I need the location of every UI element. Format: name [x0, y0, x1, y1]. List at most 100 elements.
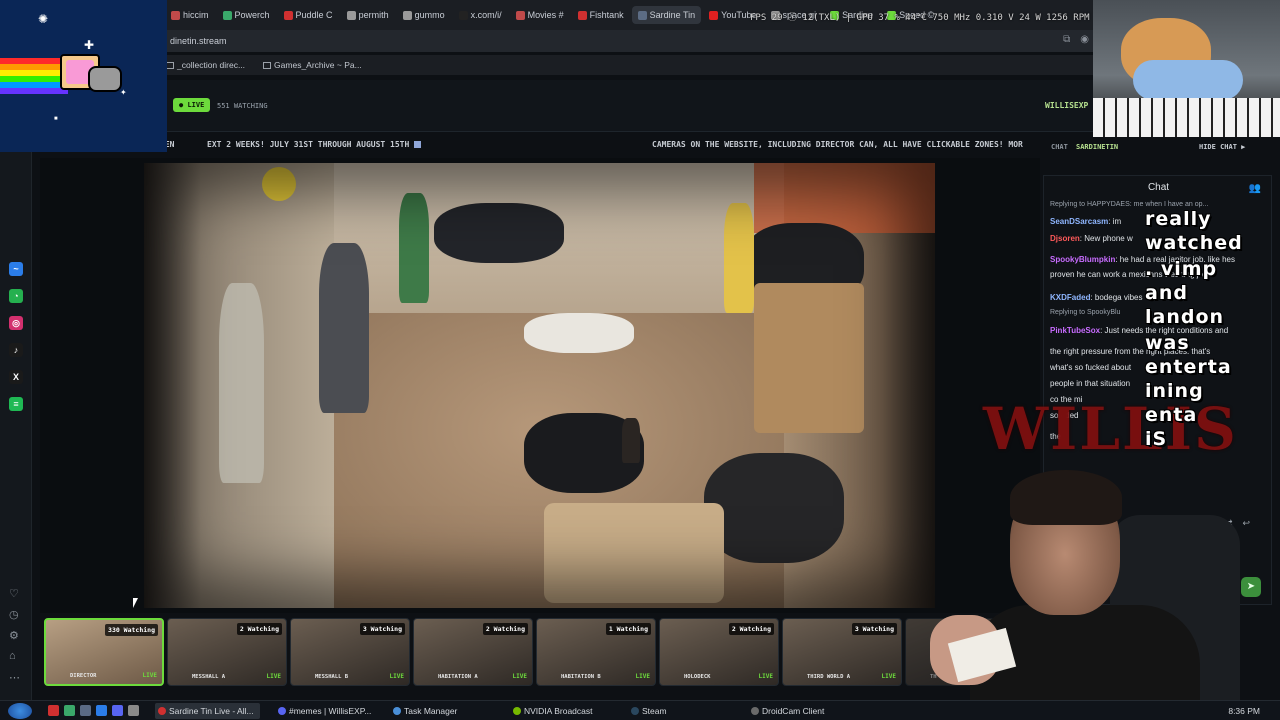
- nyan-cat-head: [88, 66, 122, 92]
- taskbar-app-icon: [158, 707, 166, 715]
- bookmark-page-icon: [166, 62, 174, 70]
- star-icon: ✚: [84, 38, 95, 52]
- x-icon[interactable]: X: [9, 370, 23, 384]
- history-icon[interactable]: ◷: [9, 608, 19, 621]
- thumbnail-camera-name: MESSHALL A: [192, 674, 226, 680]
- tab-favicon-icon: [709, 10, 719, 20]
- address-bar[interactable]: dinetin.stream ⧉ ◉: [160, 30, 1095, 52]
- thumbnail-watching-count: 1 Watching: [605, 623, 651, 635]
- taskbar-window-button[interactable]: NVIDIA Broadcast: [510, 703, 599, 719]
- tab-label: hiccim: [183, 10, 209, 20]
- tiktok-icon[interactable]: ♪: [9, 343, 23, 357]
- chat-users-icon[interactable]: 👥: [1249, 183, 1261, 194]
- more-icon[interactable]: ⋯: [9, 671, 20, 684]
- star-icon: ✦: [120, 88, 127, 97]
- taskbar-window-button[interactable]: DroidCam Client: [748, 703, 830, 719]
- heart-icon[interactable]: ♡: [9, 587, 19, 600]
- chat-username[interactable]: SeanDSarcasm: [1050, 217, 1108, 226]
- chat-overlay-line: . vimp: [1145, 258, 1218, 280]
- chat-overlay-line: landon: [1145, 306, 1225, 328]
- thumbnail-live-badge: LIVE: [758, 673, 773, 680]
- camera-thumbnail[interactable]: 330 Watching DIRECTOR LIVE: [44, 618, 164, 686]
- tab-favicon-icon: [577, 10, 587, 20]
- camera-thumbnail[interactable]: 3 Watching THIRD WORLD A LIVE: [782, 618, 902, 686]
- chat-message: people in that situation: [1050, 379, 1130, 388]
- browser-tab[interactable]: permith: [341, 6, 395, 24]
- start-button[interactable]: [8, 703, 32, 719]
- app-icon[interactable]: [64, 705, 75, 716]
- spotify-icon[interactable]: ≡: [9, 397, 23, 411]
- opera-icon[interactable]: [48, 705, 59, 716]
- browser-tab[interactable]: Movies #: [510, 6, 570, 24]
- taskbar-window-button[interactable]: Sardine Tin Live - All...: [155, 703, 260, 719]
- bookmark-item[interactable]: _collection direc...: [166, 60, 245, 70]
- url-text: dinetin.stream: [170, 36, 227, 46]
- rainbow-trail: [0, 58, 68, 94]
- camera-thumbnail[interactable]: 2 Watching HABITATION A LIVE: [413, 618, 533, 686]
- star-icon: ■: [54, 116, 58, 122]
- gift-icon[interactable]: ⌂: [9, 650, 16, 662]
- open-in-app-icon[interactable]: ⧉: [1063, 34, 1070, 45]
- chat-message-text: bodega vibes: [1094, 293, 1143, 302]
- thumbnail-watching-count: 3 Watching: [851, 623, 897, 635]
- hide-chat-button[interactable]: HIDE CHAT ▶: [1199, 143, 1245, 151]
- taskbar-window-button[interactable]: Steam: [628, 703, 673, 719]
- chat-username[interactable]: Djsoren: [1050, 234, 1080, 243]
- browser-tab[interactable]: Sardine Tin: [631, 6, 702, 24]
- ticker-text-cameras: CAMERAS ON THE WEBSITE, INCLUDING DIRECT…: [652, 140, 1023, 149]
- brand-logo-text[interactable]: WILLISEXP: [1045, 101, 1088, 110]
- send-message-button[interactable]: ➤: [1241, 577, 1261, 597]
- system-clock[interactable]: 8:36 PM: [1228, 706, 1260, 716]
- chat-overlay-line: and: [1145, 282, 1188, 304]
- browser-tab[interactable]: Puddle C: [278, 6, 339, 24]
- bookmark-item[interactable]: Games_Archive ~ Pa...: [263, 60, 362, 70]
- chat-message-text: New phone w: [1084, 234, 1133, 243]
- pinned-apps: [48, 705, 139, 716]
- app-icon[interactable]: [128, 705, 139, 716]
- instagram-icon[interactable]: ◎: [9, 316, 23, 330]
- thumbnail-camera-name: HABITATION B: [561, 674, 601, 680]
- browser-tab[interactable]: hiccim: [165, 6, 215, 24]
- thumbnail-live-badge: LIVE: [512, 673, 527, 680]
- browser-tab[interactable]: Fishtank: [572, 6, 630, 24]
- camera-thumbnail[interactable]: 2 Watching HOLODECK LIVE: [659, 618, 779, 686]
- browser-tab[interactable]: gummo: [397, 6, 451, 24]
- chat-message: Djsoren: New phone w: [1050, 234, 1133, 243]
- tab-favicon-icon: [458, 10, 468, 20]
- browser-tab[interactable]: Powerch: [217, 6, 276, 24]
- taskbar-window-button[interactable]: #memes | WillisEXP...: [275, 703, 377, 719]
- tab-favicon-icon: [402, 10, 412, 20]
- chat-username[interactable]: PinkTubeSox: [1050, 326, 1100, 335]
- screenshot-icon[interactable]: ◉: [1080, 34, 1089, 45]
- chat-channel-name: SARDINETIN: [1076, 143, 1119, 151]
- browser-icon[interactable]: [96, 705, 107, 716]
- camera-thumbnail[interactable]: 3 Watching MESSHALL B LIVE: [290, 618, 410, 686]
- taskbar-window-button[interactable]: Task Manager: [390, 703, 463, 719]
- chat-username[interactable]: SpookyBlumpkin: [1050, 255, 1115, 264]
- chat-message: KXDFaded: bodega vibes: [1050, 293, 1143, 302]
- discord-icon[interactable]: [112, 705, 123, 716]
- browser-tab[interactable]: x.com/i/: [453, 6, 508, 24]
- app-icon[interactable]: [80, 705, 91, 716]
- chat-header: CHAT SARDINETIN HIDE CHAT ▶: [1043, 140, 1280, 154]
- settings-icon[interactable]: ⚙: [9, 629, 19, 642]
- director-camera-feed[interactable]: [144, 163, 935, 608]
- chat-overlay-line: really: [1145, 208, 1212, 230]
- taskbar-app-icon: [393, 707, 401, 715]
- tab-label: Fishtank: [589, 10, 624, 20]
- mouse-cursor: [133, 598, 138, 608]
- chat-overlay-line: ining: [1145, 380, 1204, 402]
- bookmarks-bar: _collection direc... Games_Archive ~ Pa.…: [160, 55, 1095, 75]
- whatsapp-icon[interactable]: ◔: [9, 289, 23, 303]
- chat-overlay-line: enterta: [1145, 356, 1232, 378]
- bluesky-icon[interactable]: ~: [9, 262, 23, 276]
- tab-label: gummo: [414, 10, 445, 20]
- camera-thumbnail[interactable]: 2 Watching MESSHALL A LIVE: [167, 618, 287, 686]
- calendar-icon: [414, 141, 422, 148]
- camera-thumbnail[interactable]: 1 Watching HABITATION B LIVE: [536, 618, 656, 686]
- chat-username[interactable]: KXDFaded: [1050, 293, 1090, 302]
- keyboard-cat-shirt: [1133, 60, 1243, 100]
- address-bar-icons: ⧉ ◉: [1063, 34, 1089, 45]
- taskbar-window-label: #memes | WillisEXP...: [289, 706, 372, 716]
- announcement-ticker: EEN EXT 2 WEEKS! JULY 31ST THROUGH AUGUS…: [160, 136, 1030, 154]
